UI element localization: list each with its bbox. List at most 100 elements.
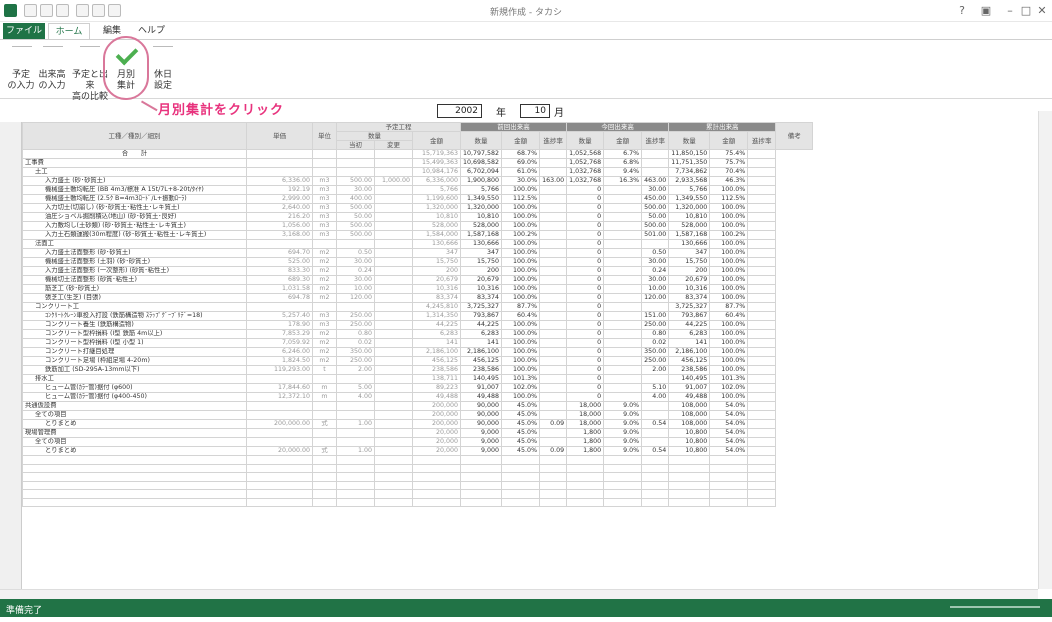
empty-cell[interactable] — [312, 480, 337, 490]
month-input[interactable]: 10 — [520, 104, 550, 118]
value-cell[interactable]: 17,844.60 — [246, 383, 313, 393]
value-cell[interactable]: m3 — [312, 230, 337, 240]
value-cell[interactable]: 54.0% — [709, 410, 749, 420]
horizontal-scrollbar[interactable] — [0, 589, 1038, 599]
value-cell[interactable] — [539, 338, 568, 348]
value-cell[interactable]: 528,000 — [412, 221, 461, 231]
item-name-cell[interactable]: 機械盛土敷均転圧 (BB 4m3/標准 A 15t/7L+8-20t/ﾀｲﾔ) — [22, 185, 247, 195]
empty-cell[interactable] — [603, 472, 643, 482]
empty-cell[interactable] — [566, 463, 605, 473]
item-name-cell[interactable]: 全ての項目 — [22, 437, 247, 447]
value-cell[interactable]: 140,495 — [459, 374, 503, 384]
value-cell[interactable]: 456,125 — [412, 356, 461, 366]
empty-cell[interactable] — [312, 463, 337, 473]
value-cell[interactable] — [374, 302, 413, 312]
note-cell[interactable] — [747, 194, 777, 204]
value-cell[interactable] — [603, 212, 643, 222]
value-cell[interactable]: 2,186,100 — [668, 347, 711, 357]
value-cell[interactable] — [603, 329, 643, 339]
value-cell[interactable]: 44,225 — [668, 320, 711, 330]
value-cell[interactable]: 2,999.00 — [246, 194, 313, 204]
value-cell[interactable]: 400.00 — [336, 194, 375, 204]
value-cell[interactable] — [603, 338, 643, 348]
value-cell[interactable]: 68.7% — [501, 149, 541, 159]
value-cell[interactable] — [374, 266, 413, 276]
item-name-cell[interactable]: 土工 — [22, 167, 247, 177]
value-cell[interactable]: m3 — [312, 194, 337, 204]
value-cell[interactable]: 91,007 — [668, 383, 711, 393]
note-cell[interactable] — [747, 356, 777, 366]
value-cell[interactable]: 1,900,800 — [459, 176, 503, 186]
value-cell[interactable]: 178.90 — [246, 320, 313, 330]
table-row[interactable]: 工事費 15,499,363 10,698,582 69.0% 1,052,768 6.8… — [22, 158, 813, 168]
empty-cell[interactable] — [539, 472, 568, 482]
value-cell[interactable]: 83,374 — [459, 293, 503, 303]
value-cell[interactable]: 163.00 — [539, 176, 568, 186]
value-cell[interactable]: 100.0% — [709, 275, 749, 285]
empty-cell[interactable] — [539, 480, 568, 490]
value-cell[interactable] — [374, 329, 413, 339]
table-row[interactable]: 機械切土法面整形 (砂質･粘性土) 689.30 m2 30.00 20,679 20,6… — [22, 275, 813, 285]
value-cell[interactable]: 100.0% — [501, 320, 541, 330]
empty-cell[interactable] — [641, 472, 670, 482]
value-cell[interactable]: 456,125 — [668, 356, 711, 366]
value-cell[interactable] — [539, 248, 568, 258]
item-name-cell[interactable]: 排水工 — [22, 374, 247, 384]
empty-cell[interactable] — [22, 472, 247, 482]
value-cell[interactable]: 112.5% — [501, 194, 541, 204]
table-row[interactable]: ヒューム管(ｶﾗｰ管)据付 (φ600) 17,844.60 m 5.00 89,223… — [22, 383, 813, 393]
value-cell[interactable]: 0.80 — [641, 329, 670, 339]
value-cell[interactable]: 100.2% — [709, 230, 749, 240]
value-cell[interactable]: 10,800 — [668, 428, 711, 438]
value-cell[interactable]: 833.30 — [246, 266, 313, 276]
empty-cell[interactable] — [374, 463, 413, 473]
item-name-cell[interactable]: 法面工 — [22, 239, 247, 249]
value-cell[interactable]: 70.4% — [709, 167, 749, 177]
value-cell[interactable]: 0 — [566, 392, 605, 402]
value-cell[interactable]: 50.00 — [336, 212, 375, 222]
value-cell[interactable]: 20,000 — [412, 428, 461, 438]
value-cell[interactable]: 501.00 — [641, 230, 670, 240]
value-cell[interactable]: 0 — [566, 383, 605, 393]
value-cell[interactable]: 0 — [566, 275, 605, 285]
year-input[interactable]: 2002 — [437, 104, 482, 118]
value-cell[interactable]: 1,349,550 — [668, 194, 711, 204]
value-cell[interactable] — [374, 392, 413, 402]
value-cell[interactable]: 0 — [566, 293, 605, 303]
value-cell[interactable]: 0.02 — [641, 338, 670, 348]
value-cell[interactable] — [603, 257, 643, 267]
value-cell[interactable]: 49,488 — [459, 392, 503, 402]
empty-cell[interactable] — [668, 455, 711, 465]
value-cell[interactable]: 200,000 — [412, 419, 461, 429]
value-cell[interactable] — [603, 302, 643, 312]
value-cell[interactable]: 101.3% — [501, 374, 541, 384]
value-cell[interactable]: 1,031.58 — [246, 284, 313, 294]
value-cell[interactable]: 463.00 — [641, 176, 670, 186]
value-cell[interactable] — [312, 149, 337, 159]
value-cell[interactable]: 200 — [668, 266, 711, 276]
value-cell[interactable]: 5,766 — [668, 185, 711, 195]
value-cell[interactable]: 2,640.00 — [246, 203, 313, 213]
value-cell[interactable]: 9.0% — [603, 428, 643, 438]
empty-cell[interactable] — [336, 489, 375, 499]
item-name-cell[interactable]: とりまとめ — [22, 446, 247, 456]
value-cell[interactable]: 793,867 — [668, 311, 711, 321]
empty-cell[interactable] — [603, 489, 643, 499]
value-cell[interactable]: 0.02 — [336, 338, 375, 348]
empty-cell[interactable] — [641, 480, 670, 490]
value-cell[interactable]: 100.0% — [501, 221, 541, 231]
value-cell[interactable] — [539, 410, 568, 420]
value-cell[interactable]: 9,000 — [459, 428, 503, 438]
item-name-cell[interactable]: 入力土石類運搬(30m程度) (砂･砂質土･粘性土･レキ質土) — [22, 230, 247, 240]
item-name-cell[interactable]: 工事費 — [22, 158, 247, 168]
empty-cell[interactable] — [641, 455, 670, 465]
empty-cell[interactable] — [668, 480, 711, 490]
holiday-settings-button[interactable]: 休日 設定 — [150, 70, 176, 92]
value-cell[interactable] — [603, 221, 643, 231]
value-cell[interactable]: 250.00 — [336, 320, 375, 330]
value-cell[interactable]: 100.0% — [709, 185, 749, 195]
value-cell[interactable]: 1,052,768 — [566, 158, 605, 168]
table-row[interactable]: 法面工 130,666 130,666 100.0% 0 130,666 100.0% — [22, 239, 813, 249]
empty-cell[interactable] — [603, 455, 643, 465]
value-cell[interactable] — [539, 329, 568, 339]
